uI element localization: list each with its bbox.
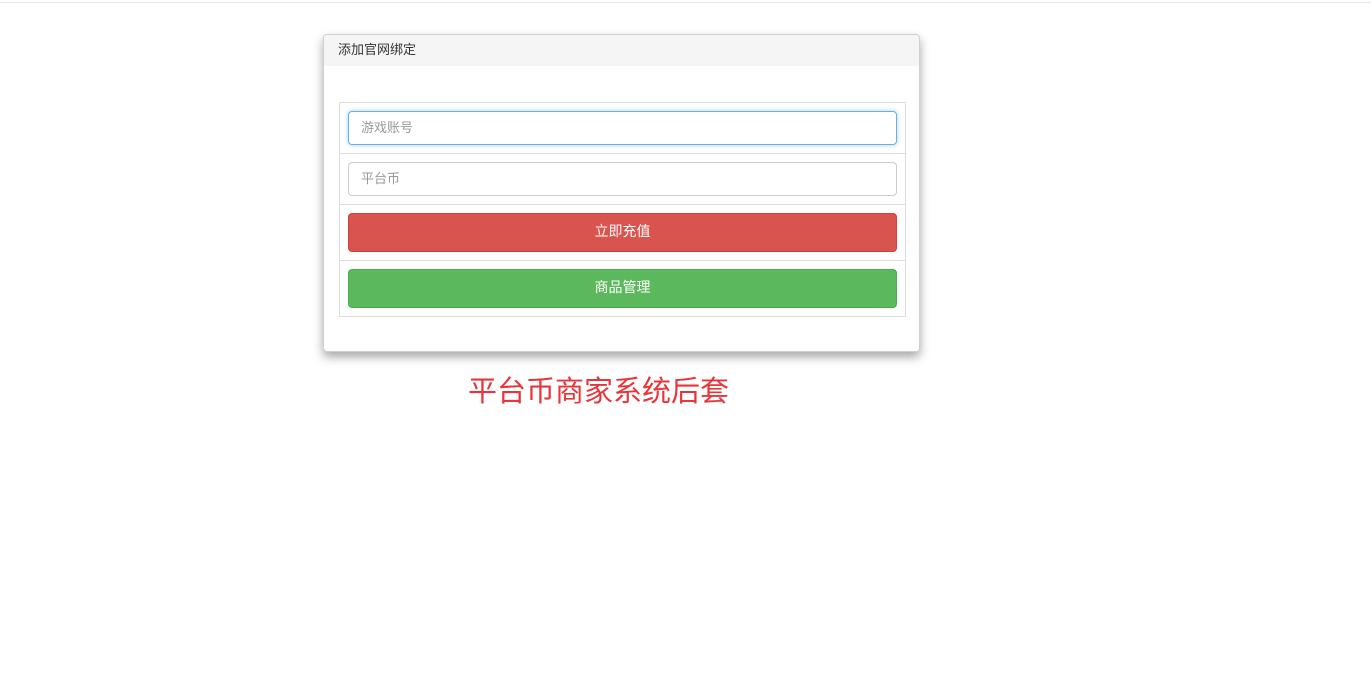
top-divider	[0, 2, 1371, 3]
form-table: 立即充值 商品管理	[339, 102, 906, 317]
product-management-button[interactable]: 商品管理	[348, 269, 897, 308]
form-row-recharge: 立即充值	[340, 204, 905, 260]
system-caption: 平台币商家系统后套	[468, 374, 730, 408]
panel-title: 添加官网绑定	[324, 35, 919, 66]
bind-panel: 添加官网绑定 立即充值 商品管理	[323, 34, 920, 352]
platform-coin-input[interactable]	[348, 162, 897, 196]
game-account-input[interactable]	[348, 111, 897, 145]
recharge-button[interactable]: 立即充值	[348, 213, 897, 252]
form-row-coin	[340, 153, 905, 204]
form-row-account	[340, 103, 905, 153]
form-row-manage: 商品管理	[340, 260, 905, 316]
